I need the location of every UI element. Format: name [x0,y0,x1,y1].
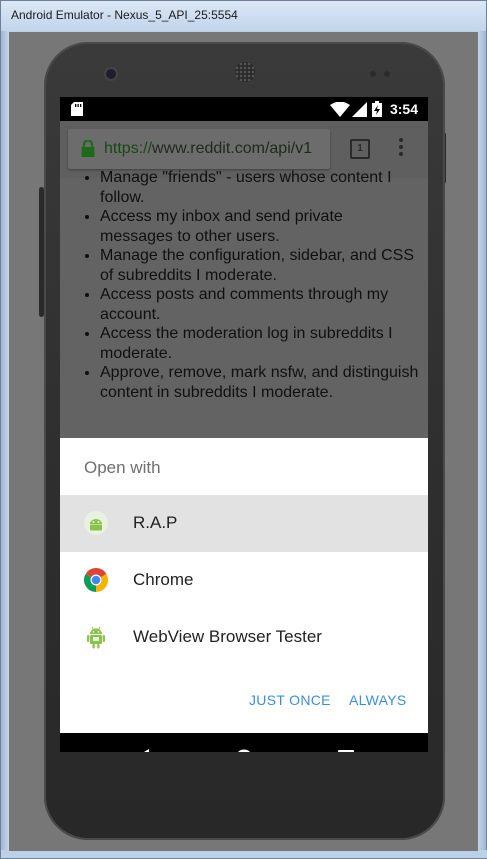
navigation-bar [60,733,428,752]
emulator-client-area: 3:54 https://www.reddit.com/api/v1 1 • M… [9,32,478,851]
app-option-label: R.A.P [133,513,178,532]
always-button[interactable]: ALWAYS [349,692,407,708]
status-time: 3:54 [389,101,418,117]
sd-card-icon [71,102,83,116]
open-with-dialog: Open with R.A.P Chrome WebView Browser T… [60,438,428,733]
tab-switcher-button[interactable]: 1 [350,139,370,159]
address-bar[interactable]: https://www.reddit.com/api/v1 [68,129,330,169]
window-frame-right [477,31,486,856]
permission-item: Access my inbox and send private message… [100,207,420,246]
app-option-rap[interactable]: R.A.P [60,495,428,552]
chrome-icon [84,568,108,592]
signal-icon [352,102,367,117]
status-bar: 3:54 [60,97,428,121]
battery-charging-icon [372,101,382,117]
window-title: Android Emulator - Nexus_5_API_25:5554 [11,8,238,22]
window-titlebar[interactable]: Android Emulator - Nexus_5_API_25:5554 [1,1,486,31]
permission-item: Approve, remove, mark nsfw, and distingu… [100,363,420,402]
url-text: https://www.reddit.com/api/v1 [104,140,328,158]
wifi-icon [330,102,350,117]
phone-body: 3:54 https://www.reddit.com/api/v1 1 • M… [44,42,445,840]
just-once-button[interactable]: JUST ONCE [249,692,331,708]
app-option-label: WebView Browser Tester [133,627,322,646]
url-host-path: www.reddit.com/api/v1 [152,140,313,157]
permission-item: Manage "friends" - users whose content I… [100,168,420,207]
permissions-list: Manage "friends" - users whose content I… [60,168,420,402]
home-icon[interactable] [235,749,253,752]
android-robot-icon [87,626,105,649]
emulator-window: Android Emulator - Nexus_5_API_25:5554 3… [0,0,487,859]
app-option-chrome[interactable]: Chrome [60,552,428,609]
lock-icon [81,140,95,157]
android-app-icon [84,511,108,535]
url-scheme: https:// [104,140,153,157]
device-screen: 3:54 https://www.reddit.com/api/v1 1 • M… [60,97,428,752]
earpiece-speaker-icon [235,62,255,82]
permission-item: Access the moderation log in subreddits … [100,324,420,363]
recents-icon[interactable] [338,750,354,752]
dialog-heading: Open with [84,458,161,477]
overflow-menu-icon[interactable] [398,138,404,158]
light-sensor-icon [384,71,390,77]
window-frame-left [1,31,9,856]
window-frame-bottom [1,850,487,858]
proximity-sensor-icon [370,71,376,77]
back-icon[interactable] [134,749,150,752]
app-option-label: Chrome [133,570,194,589]
front-camera-icon [106,69,116,79]
permission-item: Manage the configuration, sidebar, and C… [100,246,420,285]
permission-item: Access posts and comments through my acc… [100,285,420,324]
app-option-webview-tester[interactable]: WebView Browser Tester [60,609,428,666]
